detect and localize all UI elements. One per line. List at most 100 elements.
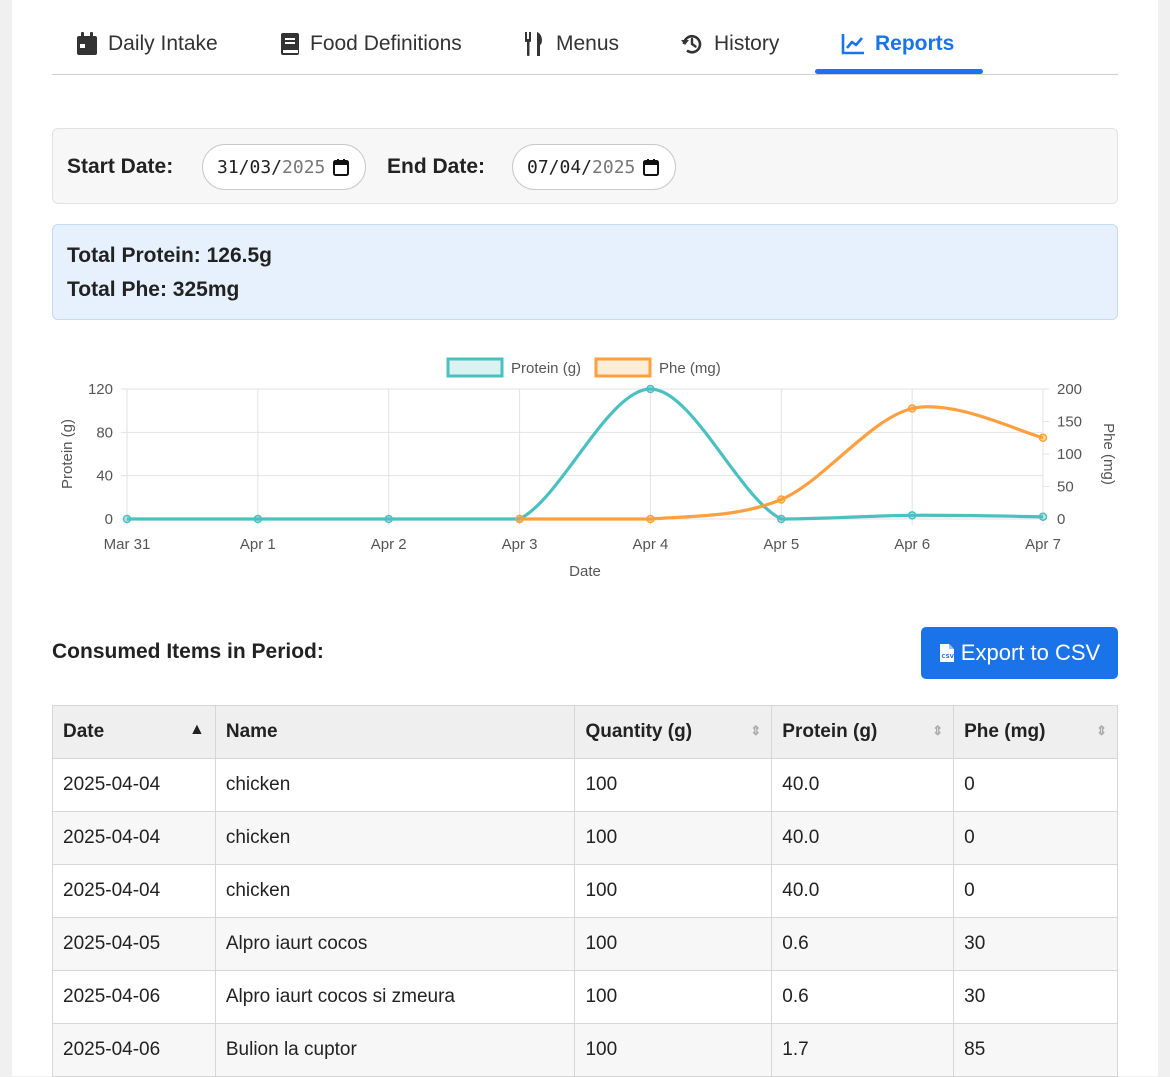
cell-protein: 0.6 [771, 970, 955, 1024]
cell-name: Bulion la cuptor [214, 1023, 576, 1077]
series-line [127, 387, 1044, 521]
cell-name: Alpro iaurt cocos [214, 917, 576, 971]
y-right-tick-label: 150 [1057, 414, 1082, 431]
legend-swatch [594, 357, 652, 378]
column-header-date[interactable]: Date ▲ [52, 705, 216, 759]
column-header-phe[interactable]: Phe (mg) ⇕ [953, 705, 1118, 759]
calendar-icon [77, 32, 97, 55]
legend-label: Protein (g) [511, 360, 581, 377]
y-right-axis-title: Phe (mg) [1100, 423, 1117, 485]
data-point [122, 514, 132, 524]
cell-phe: 30 [953, 917, 1118, 971]
cell-name: Alpro iaurt cocos si zmeura [214, 970, 576, 1024]
cell-phe: 85 [953, 1023, 1118, 1077]
cell-name: chicken [214, 811, 576, 865]
x-tick-label: Apr 4 [632, 536, 668, 553]
tab-label: Menus [556, 32, 620, 55]
table-row: 2025-04-06 Alpro iaurt cocos si zmeura 100… [52, 970, 1118, 1024]
start-date-year: 2025 [282, 156, 326, 178]
x-tick-label: Apr 1 [240, 536, 276, 553]
end-date-input[interactable]: 07/04/2025 [512, 144, 676, 190]
cell-protein: 40.0 [771, 864, 955, 918]
history-icon [681, 35, 702, 54]
cell-quantity: 100 [574, 917, 773, 971]
column-label: Name [225, 721, 278, 742]
cell-quantity: 100 [574, 1023, 773, 1077]
legend-label: Phe (mg) [659, 360, 721, 377]
legend-swatch [446, 357, 504, 378]
cell-protein: 40.0 [771, 811, 955, 865]
column-label: Date [63, 721, 105, 742]
column-header-name[interactable]: Name [214, 705, 576, 759]
tab-menus[interactable]: Menus [524, 30, 619, 58]
cell-phe: 0 [953, 864, 1118, 918]
table-row: 2025-04-05 Alpro iaurt cocos 100 0.6 30 [52, 917, 1118, 971]
tab-daily-intake[interactable]: Daily Intake [76, 30, 218, 58]
cell-name: chicken [214, 758, 576, 812]
chart-line-icon [841, 34, 864, 55]
cell-phe: 0 [953, 811, 1118, 865]
chart-svg: Mar 31 Apr 1 Apr 2 Apr 3 Apr 4 Apr 5 Apr 6 Apr … [59, 357, 1117, 580]
cell-date: 2025-04-05 [52, 917, 216, 971]
y-right-tick-label: 0 [1057, 511, 1065, 528]
table-row: 2025-04-04 chicken 100 40.0 0 [52, 758, 1118, 812]
export-csv-button[interactable]: CSV Export to CSV [921, 627, 1118, 679]
cell-protein: 0.6 [771, 917, 955, 971]
y-left-tick-label: 120 [88, 381, 113, 398]
cell-date: 2025-04-04 [52, 811, 216, 865]
total-protein: Total Protein: 126.5g [67, 244, 272, 267]
cell-date: 2025-04-04 [52, 758, 216, 812]
x-tick-label: Apr 5 [763, 536, 799, 553]
report-chart: Mar 31 Apr 1 Apr 2 Apr 3 Apr 4 Apr 5 Apr 6 Apr … [52, 345, 1118, 595]
calendar-picker-icon[interactable] [333, 159, 349, 176]
table-row: 2025-04-06 Bulion la cuptor 100 1.7 85 [52, 1023, 1118, 1077]
active-tab-indicator [815, 69, 983, 74]
end-date-daymonth: 07/04/ [527, 156, 593, 178]
tab-label: Food Definitions [310, 32, 462, 55]
data-point [777, 495, 786, 504]
y-left-axis-title: Protein (g) [59, 419, 76, 489]
cell-phe: 0 [953, 758, 1118, 812]
cell-protein: 40.0 [771, 758, 955, 812]
tab-reports[interactable]: Reports [841, 30, 954, 58]
file-csv-icon: CSV [939, 644, 954, 662]
tab-label: Reports [875, 32, 955, 55]
data-point [646, 384, 655, 394]
data-point [253, 514, 263, 524]
tab-label: History [714, 32, 780, 55]
data-point [907, 511, 917, 520]
column-header-protein[interactable]: Protein (g) ⇕ [771, 705, 955, 759]
table-row: 2025-04-04 chicken 100 40.0 0 [52, 864, 1118, 918]
data-point [1038, 512, 1048, 521]
cell-quantity: 100 [574, 811, 773, 865]
consumed-items-table: Date ▲ Name Quantity (g) ⇕ Protein (g) ⇕ Ph… [52, 705, 1118, 1077]
cell-quantity: 100 [574, 758, 773, 812]
end-date-year: 2025 [592, 156, 636, 178]
tab-food-definitions[interactable]: Food Definitions [280, 30, 462, 58]
cell-protein: 1.7 [771, 1023, 955, 1077]
column-header-quantity[interactable]: Quantity (g) ⇕ [574, 705, 773, 759]
column-label: Protein (g) [782, 721, 878, 742]
end-date-label: End Date: [387, 155, 486, 178]
y-right-tick-label: 50 [1057, 479, 1074, 496]
cell-date: 2025-04-06 [52, 1023, 216, 1077]
y-left-tick-label: 0 [105, 511, 113, 528]
total-phe: Total Phe: 325mg [67, 278, 240, 301]
export-label: Export to CSV [960, 640, 1101, 665]
start-date-input[interactable]: 31/03/2025 [202, 144, 366, 190]
sort-icon: ⇕ [750, 723, 762, 738]
book-icon [281, 33, 299, 55]
tab-label: Daily Intake [108, 32, 218, 55]
table-header-row: Date ▲ Name Quantity (g) ⇕ Protein (g) ⇕ Ph… [52, 705, 1118, 759]
cell-name: chicken [214, 864, 576, 918]
calendar-picker-icon[interactable] [643, 159, 659, 176]
consumed-items-title: Consumed Items in Period: [52, 640, 324, 663]
x-tick-label: Apr 3 [502, 536, 538, 553]
x-tick-label: Apr 6 [894, 536, 930, 553]
x-axis-title: Date [569, 563, 601, 580]
tab-history[interactable]: History [680, 30, 779, 58]
column-label: Phe (mg) [964, 721, 1046, 742]
x-tick-label: Mar 31 [104, 536, 151, 553]
cell-quantity: 100 [574, 970, 773, 1024]
start-date-label: Start Date: [67, 155, 174, 178]
